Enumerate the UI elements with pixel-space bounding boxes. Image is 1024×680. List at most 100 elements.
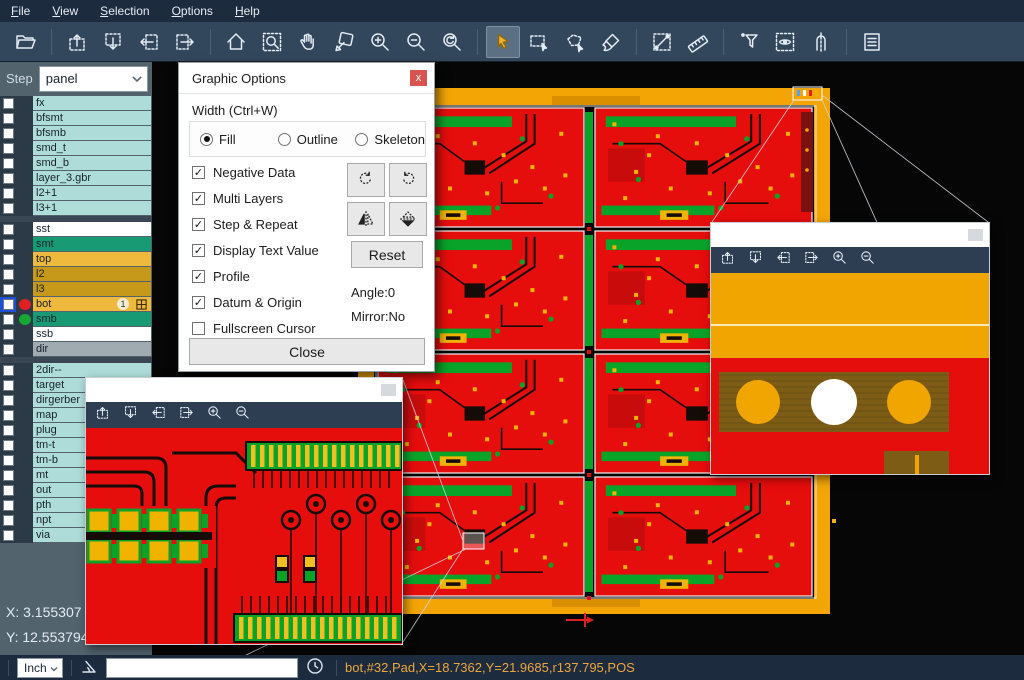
radio-skeleton[interactable]: Skeleton — [355, 132, 425, 147]
rotate-ccw-button[interactable] — [389, 163, 427, 197]
layers-panel-button[interactable] — [855, 26, 889, 58]
layer-row-fx[interactable]: fx — [0, 96, 152, 111]
layer-checkbox[interactable] — [0, 126, 16, 141]
layer-name[interactable]: ssb — [33, 327, 151, 341]
layer-row-bot[interactable]: bot1 — [0, 297, 152, 312]
zoom-in-button[interactable] — [831, 249, 848, 271]
layer-checkbox[interactable] — [0, 468, 16, 483]
zoom-window-button[interactable] — [255, 26, 289, 58]
layer-row-l3[interactable]: l3 — [0, 282, 152, 297]
layer-checkbox[interactable] — [0, 423, 16, 438]
pan-right-button[interactable] — [803, 249, 820, 271]
layer-name[interactable]: fx — [33, 96, 151, 110]
layer-checkbox[interactable] — [0, 513, 16, 528]
clean-tool-button[interactable] — [594, 26, 628, 58]
checkbox-profile[interactable]: ✓Profile — [192, 267, 250, 285]
checkbox-fullscreen-cursor[interactable]: Fullscreen Cursor — [192, 319, 316, 337]
pan-hand-button[interactable] — [291, 26, 325, 58]
checkbox-display-text-value[interactable]: ✓Display Text Value — [192, 241, 319, 259]
filter-tool-button[interactable] — [732, 26, 766, 58]
layer-checkbox[interactable] — [0, 252, 16, 267]
mirror-vertical-button[interactable] — [347, 202, 385, 236]
view-area-button[interactable] — [768, 26, 802, 58]
history-icon[interactable] — [306, 657, 324, 678]
layer-row-l3-1[interactable]: l3+1 — [0, 201, 152, 216]
layer-name[interactable]: bfsmb — [33, 126, 151, 140]
layer-checkbox[interactable] — [0, 528, 16, 543]
rect-select-button[interactable] — [522, 26, 556, 58]
layer-checkbox[interactable] — [0, 141, 16, 156]
drag-view-button[interactable] — [327, 26, 361, 58]
layer-checkbox[interactable] — [0, 363, 16, 378]
pan-up-button[interactable] — [94, 404, 111, 426]
layer-row-bfsmb[interactable]: bfsmb — [0, 126, 152, 141]
layer-name[interactable]: smt — [33, 237, 151, 251]
layer-name[interactable]: l2 — [33, 267, 151, 281]
checkbox-negative-data[interactable]: ✓Negative Data — [192, 163, 295, 181]
zoom-out-button[interactable] — [399, 26, 433, 58]
layer-name[interactable]: smb — [33, 312, 151, 326]
open-file-button[interactable] — [9, 26, 43, 58]
layer-checkbox[interactable] — [0, 453, 16, 468]
layer-name[interactable]: l2+1 — [33, 186, 151, 200]
checkbox-multi-layers[interactable]: ✓Multi Layers — [192, 189, 283, 207]
menu-item-help[interactable]: Help — [224, 0, 271, 22]
close-icon[interactable]: x — [410, 70, 427, 86]
layer-row-layer-3-gbr[interactable]: layer_3.gbr — [0, 171, 152, 186]
layer-row-dir[interactable]: dir — [0, 342, 152, 357]
pan-down-button[interactable] — [96, 26, 130, 58]
window-button[interactable] — [968, 229, 983, 241]
layer-row-sst[interactable]: sst — [0, 222, 152, 237]
layer-checkbox[interactable] — [0, 393, 16, 408]
radio-fill[interactable]: Fill — [200, 132, 268, 147]
layer-name[interactable]: 2dir-- — [33, 363, 151, 377]
pan-left-button[interactable] — [775, 249, 792, 271]
layer-checkbox[interactable] — [0, 267, 16, 282]
layer-row-smb[interactable]: smb — [0, 312, 152, 327]
pan-down-button[interactable] — [747, 249, 764, 271]
radio-outline[interactable]: Outline — [278, 132, 346, 147]
pan-down-button[interactable] — [122, 404, 139, 426]
layer-checkbox[interactable] — [0, 171, 16, 186]
zoom-previous-button[interactable] — [435, 26, 469, 58]
pan-left-button[interactable] — [132, 26, 166, 58]
layer-checkbox[interactable] — [0, 156, 16, 171]
layer-name[interactable]: top — [33, 252, 151, 266]
layer-checkbox[interactable] — [0, 342, 16, 357]
layer-row-ssb[interactable]: ssb — [0, 327, 152, 342]
layer-row-2dir[interactable]: 2dir-- — [0, 363, 152, 378]
layer-row-bfsmt[interactable]: bfsmt — [0, 111, 152, 126]
layer-row-top[interactable]: top — [0, 252, 152, 267]
checkbox-datum-origin[interactable]: ✓Datum & Origin — [192, 293, 302, 311]
menu-item-selection[interactable]: Selection — [89, 0, 160, 22]
zoom-out-button[interactable] — [859, 249, 876, 271]
layer-name[interactable]: smd_t — [33, 141, 151, 155]
menu-item-options[interactable]: Options — [161, 0, 224, 22]
layer-checkbox[interactable] — [0, 483, 16, 498]
layer-name[interactable]: bfsmt — [33, 111, 151, 125]
pan-up-button[interactable] — [60, 26, 94, 58]
pan-right-button[interactable] — [168, 26, 202, 58]
pan-up-button[interactable] — [719, 249, 736, 271]
menu-item-view[interactable]: View — [41, 0, 89, 22]
layer-checkbox[interactable] — [0, 237, 16, 252]
layer-name[interactable]: l3 — [33, 282, 151, 296]
measure-tool-button[interactable] — [645, 26, 679, 58]
layer-checkbox[interactable] — [0, 96, 16, 111]
zoom-out-button[interactable] — [234, 404, 251, 426]
layer-row-smd-b[interactable]: smd_b — [0, 156, 152, 171]
layer-checkbox[interactable] — [0, 438, 16, 453]
rotate-cw-button[interactable] — [347, 163, 385, 197]
magnifier-title-bar[interactable] — [86, 378, 402, 402]
layer-name[interactable]: l3+1 — [33, 201, 151, 215]
layer-checkbox[interactable] — [0, 327, 16, 342]
mirror-horizontal-button[interactable] — [389, 202, 427, 236]
layer-row-smd-t[interactable]: smd_t — [0, 141, 152, 156]
reset-button[interactable]: Reset — [351, 241, 423, 268]
layer-checkbox[interactable] — [0, 111, 16, 126]
layer-checkbox[interactable] — [0, 378, 16, 393]
dialog-close-button[interactable]: Close — [189, 338, 425, 365]
zoom-in-button[interactable] — [363, 26, 397, 58]
layer-name[interactable]: layer_3.gbr — [33, 171, 151, 185]
pan-left-button[interactable] — [150, 404, 167, 426]
